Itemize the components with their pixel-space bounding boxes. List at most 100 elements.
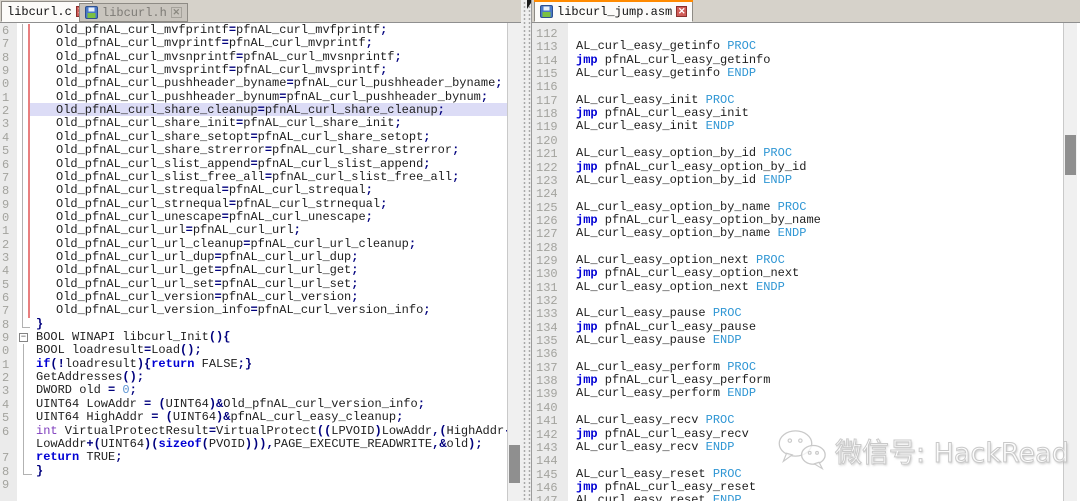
line-number: 5 [2, 144, 10, 159]
fold-bracket [22, 24, 30, 328]
line-number: 0 [2, 210, 10, 225]
line-number: 122 [536, 160, 558, 175]
code-line: int VirtualProtectResult=VirtualProtect(… [36, 423, 511, 438]
code-line: LowAddr+(UINT64)(sizeof(PVOID))),PAGE_EX… [36, 436, 483, 451]
line-number: 8 [2, 317, 10, 332]
line-number: 125 [536, 200, 558, 215]
line-number: 2 [2, 237, 10, 252]
code-line: Old_pfnAL_curl_unescape=pfnAL_curl_unesc… [56, 209, 373, 224]
line-number: 145 [536, 467, 558, 482]
line-number: 2 [2, 104, 10, 119]
code-line: BOOL WINAPI libcurl_Init(){ [36, 330, 231, 345]
code-line: GetAddresses(); [36, 370, 145, 385]
code-line: Old_pfnAL_curl_version_info=pfnAL_curl_v… [56, 303, 431, 318]
line-number: 7 [2, 37, 10, 52]
line-number: 134 [536, 320, 558, 335]
line-number: 4 [2, 264, 10, 279]
line-number: 112 [536, 27, 558, 41]
line-number: 3 [2, 117, 10, 132]
right-vertical-scrollbar[interactable] [1063, 23, 1077, 501]
code-line: Old_pfnAL_curl_url_get=pfnAL_curl_url_ge… [56, 263, 359, 278]
line-number: 128 [536, 240, 558, 255]
line-number: 0 [2, 344, 10, 359]
code-line: jmp pfnAL_curl_easy_recv [576, 426, 749, 441]
right-scrollbar-thumb[interactable] [1065, 135, 1076, 175]
code-line: Old_pfnAL_curl_url_cleanup=pfnAL_curl_ur… [56, 236, 417, 251]
line-number: 5 [2, 277, 10, 292]
line-number: 114 [536, 53, 558, 68]
code-line: Old_pfnAL_curl_share_cleanup=pfnAL_curl_… [56, 103, 445, 118]
tab-bar-left: libcurl.c ✕ libcurl.h ✕ [0, 0, 521, 23]
code-line: jmp pfnAL_curl_easy_pause [576, 319, 757, 334]
code-line: Old_pfnAL_curl_share_init=pfnAL_curl_sha… [56, 116, 402, 131]
close-icon[interactable]: ✕ [676, 6, 688, 17]
code-line: Old_pfnAL_curl_mvsnprintf=pfnAL_curl_mvs… [56, 49, 402, 64]
code-line: Old_pfnAL_curl_url_dup=pfnAL_curl_url_du… [56, 249, 359, 264]
line-number: 119 [536, 120, 558, 135]
code-line: Old_pfnAL_curl_slist_append=pfnAL_curl_s… [56, 156, 431, 171]
line-number: 130 [536, 267, 558, 282]
fold-collapse-icon[interactable]: − [19, 333, 28, 342]
code-line: BOOL loadresult=Load(); [36, 343, 202, 358]
code-line: Old_pfnAL_curl_strnequal=pfnAL_curl_strn… [56, 196, 388, 211]
code-line: } [36, 463, 44, 478]
line-number: 1 [2, 224, 10, 239]
line-number: 132 [536, 294, 558, 308]
line-number: 6 [2, 291, 10, 305]
code-line: AL_curl_easy_option_by_id ENDP [576, 172, 793, 187]
code-line: UINT64 HighAddr = (UINT64)&pfnAL_curl_ea… [36, 410, 404, 425]
code-line: Old_pfnAL_curl_mvsprintf=pfnAL_curl_mvsp… [56, 63, 388, 78]
line-number: 133 [536, 307, 558, 322]
code-line: Old_pfnAL_curl_slist_free_all=pfnAL_curl… [56, 169, 460, 184]
left-vertical-scrollbar[interactable] [507, 23, 521, 501]
line-number: 9 [2, 64, 10, 79]
code-line: jmp pfnAL_curl_easy_option_by_name [576, 212, 821, 227]
code-line: AL_curl_easy_getinfo ENDP [576, 66, 757, 81]
line-number: 7 [2, 170, 10, 185]
code-line: AL_curl_easy_perform ENDP [576, 386, 757, 401]
line-number: 116 [536, 80, 558, 95]
line-number: 7 [2, 451, 10, 466]
line-number: 1 [2, 90, 10, 105]
line-number: 126 [536, 213, 558, 228]
line-number: 9 [2, 197, 10, 212]
code-line: AL_curl_easy_reset PROC [576, 466, 742, 481]
code-line: AL_curl_easy_perform PROC [576, 359, 757, 374]
line-number: 147 [536, 494, 562, 501]
line-number: 143 [536, 440, 558, 455]
code-line: jmp pfnAL_curl_easy_option_by_id [576, 159, 807, 174]
pane-splitter[interactable] [521, 0, 531, 501]
line-number: 9 [2, 331, 10, 346]
line-number: 144 [536, 454, 558, 469]
code-line: Old_pfnAL_curl_version=pfnAL_curl_versio… [56, 290, 359, 304]
tab-label: libcurl.c [7, 4, 72, 19]
code-line: UINT64 LowAddr = (UINT64)&Old_pfnAL_curl… [36, 396, 425, 411]
line-number: 121 [536, 147, 558, 162]
code-line: if(!loadresult){return FALSE;} [36, 356, 253, 371]
line-number: 135 [536, 334, 558, 349]
close-icon[interactable]: ✕ [170, 7, 182, 18]
code-line: AL_curl_easy_option_by_name PROC [576, 199, 807, 214]
code-line: AL_curl_easy_option_next PROC [576, 252, 785, 267]
code-line: Old_pfnAL_curl_url_set=pfnAL_curl_url_se… [56, 276, 359, 291]
code-line: AL_curl_easy_option_next ENDP [576, 279, 785, 294]
code-line: } [36, 316, 44, 331]
code-line: Old_pfnAL_curl_share_setopt=pfnAL_curl_s… [56, 129, 431, 144]
line-number: 138 [536, 374, 558, 389]
line-number: 6 [2, 24, 10, 38]
tab-libcurl-jump-asm[interactable]: libcurl_jump.asm ✕ [534, 0, 694, 22]
code-line: Old_pfnAL_curl_strequal=pfnAL_curl_streq… [56, 183, 373, 198]
active-tab-accent [534, 0, 694, 2]
code-line: Old_pfnAL_curl_pushheader_byname=pfnAL_c… [56, 76, 503, 91]
tab-libcurl-h[interactable]: libcurl.h ✕ [79, 3, 188, 22]
code-line: AL_curl_easy_getinfo PROC [576, 39, 757, 54]
code-line: AL_curl_easy_init ENDP [576, 119, 735, 134]
left-scrollbar-thumb[interactable] [509, 445, 520, 483]
line-number: 113 [536, 40, 558, 55]
code-line: jmp pfnAL_curl_easy_option_next [576, 266, 800, 281]
line-number: 7 [2, 304, 10, 319]
editor-pane-left: libcurl.c ✕ libcurl.h ✕ − 6 Old_pfnAL_cur… [0, 0, 521, 501]
line-number: 3 [2, 250, 10, 265]
line-number: 146 [536, 480, 558, 495]
tab-label: libcurl_jump.asm [557, 4, 673, 19]
